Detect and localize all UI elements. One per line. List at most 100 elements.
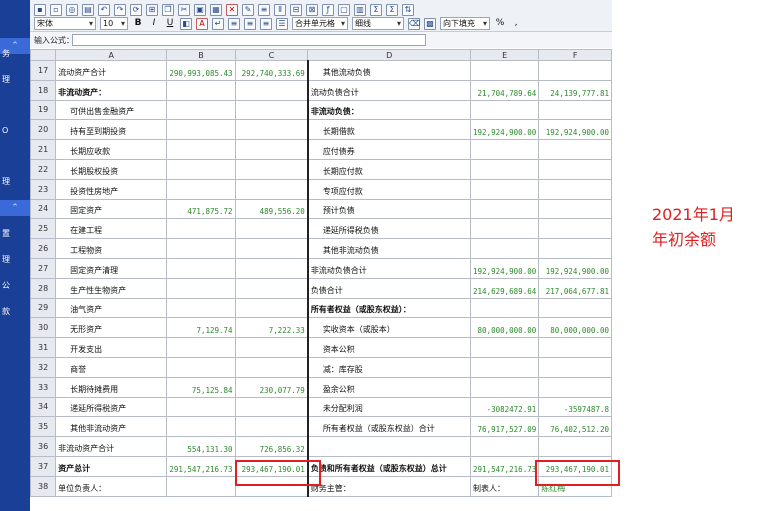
cell-a[interactable]: 资产总计	[55, 455, 168, 477]
cell-a[interactable]: 固定资产	[55, 198, 168, 220]
column-header-a[interactable]: A	[55, 49, 168, 61]
cell-e[interactable]: 214,629,689.64	[470, 277, 540, 299]
cell-f[interactable]	[538, 297, 612, 319]
cell-c[interactable]	[234, 119, 309, 141]
cell-a[interactable]: 开发支出	[55, 337, 168, 358]
cell-d[interactable]: 专项应付款	[307, 178, 472, 200]
chart-icon[interactable]: ▥	[354, 3, 366, 16]
formula-input[interactable]	[72, 34, 426, 46]
cell-c[interactable]	[234, 139, 309, 160]
row-header[interactable]: 25	[30, 218, 57, 240]
wrap-icon[interactable]: ↵	[212, 17, 224, 30]
row-header[interactable]: 38	[30, 475, 57, 497]
row-header[interactable]: 37	[30, 455, 57, 477]
cell-a[interactable]: 油气资产	[55, 297, 168, 319]
cell-b[interactable]: 290,993,085.43	[166, 60, 236, 81]
cell-b[interactable]	[166, 416, 236, 438]
cell-a[interactable]: 其他非流动资产	[55, 416, 168, 438]
align-left-icon[interactable]: ≡	[228, 17, 240, 30]
grid-icon[interactable]: ⊞	[146, 3, 158, 16]
cell-d[interactable]: 实收资本（或股本）	[307, 317, 472, 339]
cell-e[interactable]	[470, 139, 540, 160]
cell-b[interactable]	[166, 139, 236, 160]
cell-f[interactable]	[538, 337, 612, 358]
cell-b[interactable]	[166, 99, 236, 121]
cell-c[interactable]	[234, 356, 309, 378]
sidebar-item-7[interactable]: 公	[2, 280, 10, 291]
cell-e[interactable]	[470, 158, 540, 180]
clear-icon[interactable]: ▦	[210, 3, 222, 16]
insert-col-icon[interactable]: ⫴	[274, 3, 286, 16]
underline-button[interactable]: U	[164, 17, 176, 30]
cell-f[interactable]	[538, 198, 612, 220]
cell-e[interactable]: 80,000,000.00	[470, 317, 540, 339]
paint-bucket-icon[interactable]: ▩	[424, 17, 436, 30]
cell-a[interactable]: 长期股权投资	[55, 158, 168, 180]
cell-f[interactable]: 76,402,512.20	[538, 416, 612, 438]
save-as-icon[interactable]: ▫	[50, 3, 62, 16]
cell-a[interactable]: 非流动资产：	[55, 79, 168, 101]
cell-e[interactable]	[470, 198, 540, 220]
row-header[interactable]: 22	[30, 158, 57, 180]
cell-e[interactable]	[470, 99, 540, 121]
sidebar-item-4[interactable]: 理	[2, 176, 10, 187]
cell-e[interactable]	[470, 218, 540, 240]
undo-icon[interactable]: ↶	[98, 3, 110, 16]
cell-e[interactable]	[470, 436, 540, 457]
cell-b[interactable]	[166, 297, 236, 319]
font-size-select[interactable]: 10	[100, 17, 128, 30]
cell-a[interactable]: 长期应收款	[55, 139, 168, 160]
cell-c[interactable]	[234, 79, 309, 101]
cell-f[interactable]	[538, 60, 612, 81]
cell-b[interactable]: 471,875.72	[166, 198, 236, 220]
row-header[interactable]: 36	[30, 436, 57, 457]
sidebar-item-1[interactable]: 务	[2, 48, 10, 59]
cell-e[interactable]: 192,924,900.00	[470, 119, 540, 141]
cell-d[interactable]: 财务主管：	[307, 475, 472, 497]
cell-c[interactable]: 7,222.33	[234, 317, 309, 339]
cell-e[interactable]	[470, 297, 540, 319]
cell-d[interactable]: 非流动负债合计	[307, 257, 472, 279]
cell-d[interactable]: 其他非流动负债	[307, 238, 472, 259]
cell-f[interactable]: 217,064,677.81	[538, 277, 612, 299]
format-brush-icon[interactable]: ✎	[242, 3, 254, 16]
cell-a[interactable]: 持有至到期投资	[55, 119, 168, 141]
sidebar-item-8[interactable]: 款	[2, 306, 10, 317]
cell-b[interactable]	[166, 356, 236, 378]
cell-d[interactable]: 盈余公积	[307, 376, 472, 398]
cell-b[interactable]	[166, 158, 236, 180]
sort-icon[interactable]: ⇅	[402, 3, 414, 16]
cell-d[interactable]: 其他流动负债	[307, 60, 472, 81]
eraser-icon[interactable]: ⌫	[408, 17, 420, 30]
cell-b[interactable]	[166, 396, 236, 418]
cell-c[interactable]	[234, 396, 309, 418]
percent-button[interactable]: %	[494, 17, 506, 30]
cell-c[interactable]	[234, 238, 309, 259]
cell-e[interactable]: 291,547,216.73	[470, 455, 540, 477]
cell-b[interactable]: 75,125.84	[166, 376, 236, 398]
row-header[interactable]: 34	[30, 396, 57, 418]
cell-a[interactable]: 生产性生物资产	[55, 277, 168, 299]
cell-b[interactable]: 7,129.74	[166, 317, 236, 339]
cell-b[interactable]	[166, 178, 236, 200]
cell-d[interactable]: 递延所得税负债	[307, 218, 472, 240]
column-header-b[interactable]: B	[166, 49, 236, 61]
print-preview-icon[interactable]: ◎	[66, 3, 78, 16]
redo-icon[interactable]: ↷	[114, 3, 126, 16]
cell-d[interactable]: 流动负债合计	[307, 79, 472, 101]
row-header[interactable]: 26	[30, 238, 57, 259]
row-header[interactable]: 28	[30, 277, 57, 299]
fill-down-select[interactable]: 向下填充	[440, 17, 490, 30]
cell-a[interactable]: 商誉	[55, 356, 168, 378]
cell-f[interactable]	[538, 376, 612, 398]
cell-d[interactable]: 长期借款	[307, 119, 472, 141]
bold-button[interactable]: B	[132, 17, 144, 30]
cell-c[interactable]: 726,856.32	[234, 436, 309, 457]
row-header[interactable]: 33	[30, 376, 57, 398]
cell-e[interactable]: 制表人：	[470, 475, 540, 497]
cell-e[interactable]	[470, 238, 540, 259]
function-icon[interactable]: ƒ	[322, 3, 334, 16]
column-header-d[interactable]: D	[307, 49, 472, 61]
cell-a[interactable]: 单位负责人：	[55, 475, 168, 497]
copy-icon[interactable]: ❐	[162, 3, 174, 16]
